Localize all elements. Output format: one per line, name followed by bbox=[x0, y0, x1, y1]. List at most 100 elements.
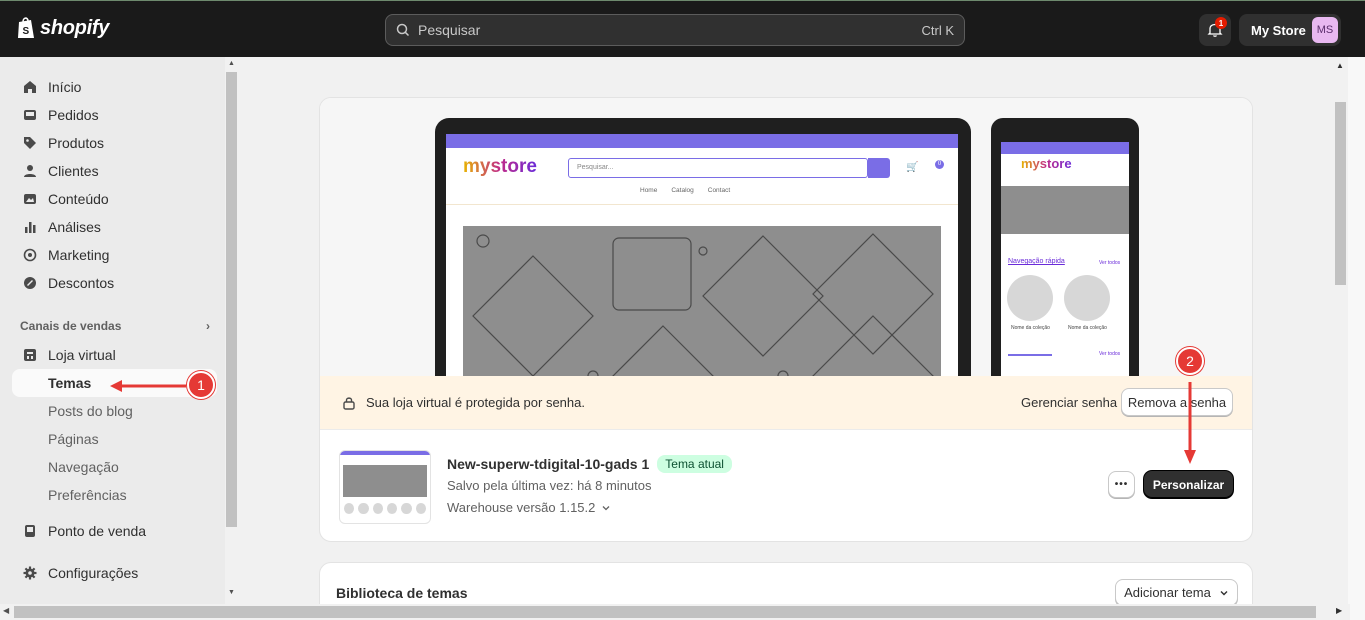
sidebar-item-label: Temas bbox=[48, 375, 92, 391]
sidebar-item-label: Clientes bbox=[48, 163, 99, 179]
pos-icon bbox=[22, 523, 38, 539]
theme-thumbnail[interactable] bbox=[339, 450, 431, 524]
desktop-preview: mystore Pesquisar... 🛒 0 Home Catalog Co… bbox=[435, 118, 971, 398]
sidebar-item-conteudo[interactable]: Conteúdo bbox=[12, 185, 217, 213]
gear-icon bbox=[22, 565, 38, 581]
theme-library-title: Biblioteca de temas bbox=[336, 585, 468, 601]
lock-icon bbox=[343, 396, 355, 410]
sales-channels-label: Canais de vendas bbox=[20, 319, 122, 333]
scroll-up-icon[interactable]: ▲ bbox=[1336, 61, 1344, 70]
desktop-preview-screen: mystore Pesquisar... 🛒 0 Home Catalog Co… bbox=[446, 134, 958, 394]
manage-password-link[interactable]: Gerenciar senha bbox=[1021, 395, 1117, 410]
mobile-collection-label: Nome da coleção bbox=[1068, 325, 1107, 331]
mobile-collection-image bbox=[1064, 275, 1110, 321]
sidebar-item-analises[interactable]: Análises bbox=[12, 213, 217, 241]
notifications-button[interactable]: 1 bbox=[1199, 14, 1231, 46]
person-icon bbox=[22, 163, 38, 179]
chevron-down-icon bbox=[602, 505, 610, 510]
sidebar-item-loja-virtual[interactable]: Loja virtual bbox=[12, 341, 217, 369]
mobile-store-logo: mystore bbox=[1021, 156, 1072, 171]
theme-saved-time: Salvo pela última vez: há 8 minutos bbox=[447, 478, 652, 493]
sidebar-item-inicio[interactable]: Início bbox=[12, 73, 217, 101]
mobile-bar bbox=[1008, 354, 1052, 356]
brand-name: shopify bbox=[40, 16, 110, 39]
sidebar-item-label: Navegação bbox=[48, 459, 119, 475]
sidebar-item-configuracoes[interactable]: Configurações bbox=[12, 559, 217, 587]
sidebar-item-marketing[interactable]: Marketing bbox=[12, 241, 217, 269]
store-menu-button[interactable]: My Store MS bbox=[1239, 14, 1341, 46]
annotation-arrow-left bbox=[110, 380, 186, 392]
horizontal-scrollbar-thumb[interactable] bbox=[14, 606, 1316, 618]
sidebar-item-descontos[interactable]: Descontos bbox=[12, 269, 217, 297]
thumbnail-top-strip bbox=[340, 451, 430, 455]
thumbnail-dot bbox=[344, 503, 355, 514]
preview-menu-item: Contact bbox=[707, 187, 731, 194]
avatar: MS bbox=[1312, 17, 1338, 43]
status-badge: Tema atual bbox=[657, 455, 732, 473]
sidebar-item-pedidos[interactable]: Pedidos bbox=[12, 101, 217, 129]
preview-divider bbox=[446, 204, 958, 205]
sidebar-item-preferencias[interactable]: Preferências bbox=[48, 481, 127, 509]
password-banner-text: Sua loja virtual é protegida por senha. bbox=[366, 395, 585, 410]
top-bar: S shopify Pesquisar Ctrl K 1 My Store MS bbox=[0, 0, 1365, 57]
theme-name: New-superw-tdigital-10-gads 1 bbox=[447, 456, 650, 472]
horizontal-scrollbar[interactable]: ◀ ▶ bbox=[0, 604, 1350, 620]
sidebar-item-posts-do-blog[interactable]: Posts do blog bbox=[48, 397, 133, 425]
sales-channels-header[interactable]: Canais de vendas › bbox=[20, 319, 210, 333]
mobile-preview-screen: mystore Navegação rápida Ver todos Nome … bbox=[1001, 142, 1129, 392]
customize-button[interactable]: Personalizar bbox=[1144, 471, 1233, 498]
preview-search-button bbox=[868, 158, 890, 178]
sidebar-scrollbar-thumb[interactable] bbox=[226, 72, 237, 527]
theme-preview[interactable]: mystore Pesquisar... 🛒 0 Home Catalog Co… bbox=[320, 98, 1252, 398]
search-icon bbox=[396, 23, 410, 37]
theme-version-toggle[interactable]: Warehouse versão 1.15.2 bbox=[447, 500, 611, 515]
thumbnail-dot bbox=[415, 503, 426, 514]
sidebar: Início Pedidos Produtos Clientes Conteúd… bbox=[0, 57, 225, 620]
sidebar-item-produtos[interactable]: Produtos bbox=[12, 129, 217, 157]
mobile-collection-image bbox=[1007, 275, 1053, 321]
inbox-icon bbox=[22, 107, 38, 123]
mobile-preview: mystore Navegação rápida Ver todos Nome … bbox=[991, 118, 1139, 398]
sidebar-item-label: Análises bbox=[48, 219, 101, 235]
more-actions-button[interactable]: ••• bbox=[1108, 471, 1135, 498]
mobile-collection-label: Nome da coleção bbox=[1011, 325, 1050, 331]
discount-icon bbox=[22, 275, 38, 291]
scroll-right-icon[interactable]: ▶ bbox=[1336, 606, 1342, 615]
theme-version: Warehouse versão 1.15.2 bbox=[447, 500, 596, 515]
thumbnail-dot bbox=[358, 503, 369, 514]
main-scrollbar-thumb[interactable] bbox=[1335, 102, 1346, 285]
home-icon bbox=[22, 79, 38, 95]
svg-text:S: S bbox=[23, 26, 30, 37]
preview-top-strip bbox=[446, 134, 958, 148]
window-edge bbox=[1348, 57, 1365, 620]
annotation-arrow-down bbox=[1184, 382, 1196, 464]
scroll-left-icon[interactable]: ◀ bbox=[3, 606, 9, 615]
sidebar-item-label: Configurações bbox=[48, 565, 139, 581]
preview-hero-image bbox=[463, 226, 941, 394]
sidebar-item-navegacao[interactable]: Navegação bbox=[48, 453, 119, 481]
store-icon bbox=[22, 347, 38, 363]
scroll-up-icon[interactable]: ▲ bbox=[228, 60, 235, 67]
main-scrollbar[interactable]: ▲ bbox=[1333, 57, 1348, 604]
add-theme-button[interactable]: Adicionar tema bbox=[1115, 579, 1238, 606]
scroll-down-icon[interactable]: ▼ bbox=[228, 589, 235, 596]
thumbnail-dot bbox=[401, 503, 412, 514]
search-shortcut: Ctrl K bbox=[921, 22, 955, 38]
sidebar-item-label: Ponto de venda bbox=[48, 523, 147, 539]
preview-search-field: Pesquisar... bbox=[568, 158, 868, 178]
mobile-hero-image bbox=[1001, 186, 1129, 234]
sidebar-item-ponto-de-venda[interactable]: Ponto de venda bbox=[12, 517, 217, 545]
sidebar-item-paginas[interactable]: Páginas bbox=[48, 425, 99, 453]
remove-password-button[interactable]: Remova a senha bbox=[1121, 388, 1233, 416]
annotation-marker-1: 1 bbox=[187, 371, 215, 399]
sidebar-item-label: Loja virtual bbox=[48, 347, 116, 363]
add-theme-label: Adicionar tema bbox=[1124, 585, 1211, 600]
search-input[interactable]: Pesquisar Ctrl K bbox=[385, 14, 965, 46]
thumbnail-dot bbox=[372, 503, 383, 514]
preview-search-text: Pesquisar... bbox=[577, 164, 614, 171]
preview-menu-item: Catalog bbox=[671, 187, 694, 194]
shopify-logo[interactable]: S shopify bbox=[16, 16, 109, 40]
thumbnail-hero bbox=[343, 465, 427, 497]
sidebar-item-clientes[interactable]: Clientes bbox=[12, 157, 217, 185]
sidebar-scrollbar[interactable]: ▲ ▼ bbox=[225, 57, 238, 604]
